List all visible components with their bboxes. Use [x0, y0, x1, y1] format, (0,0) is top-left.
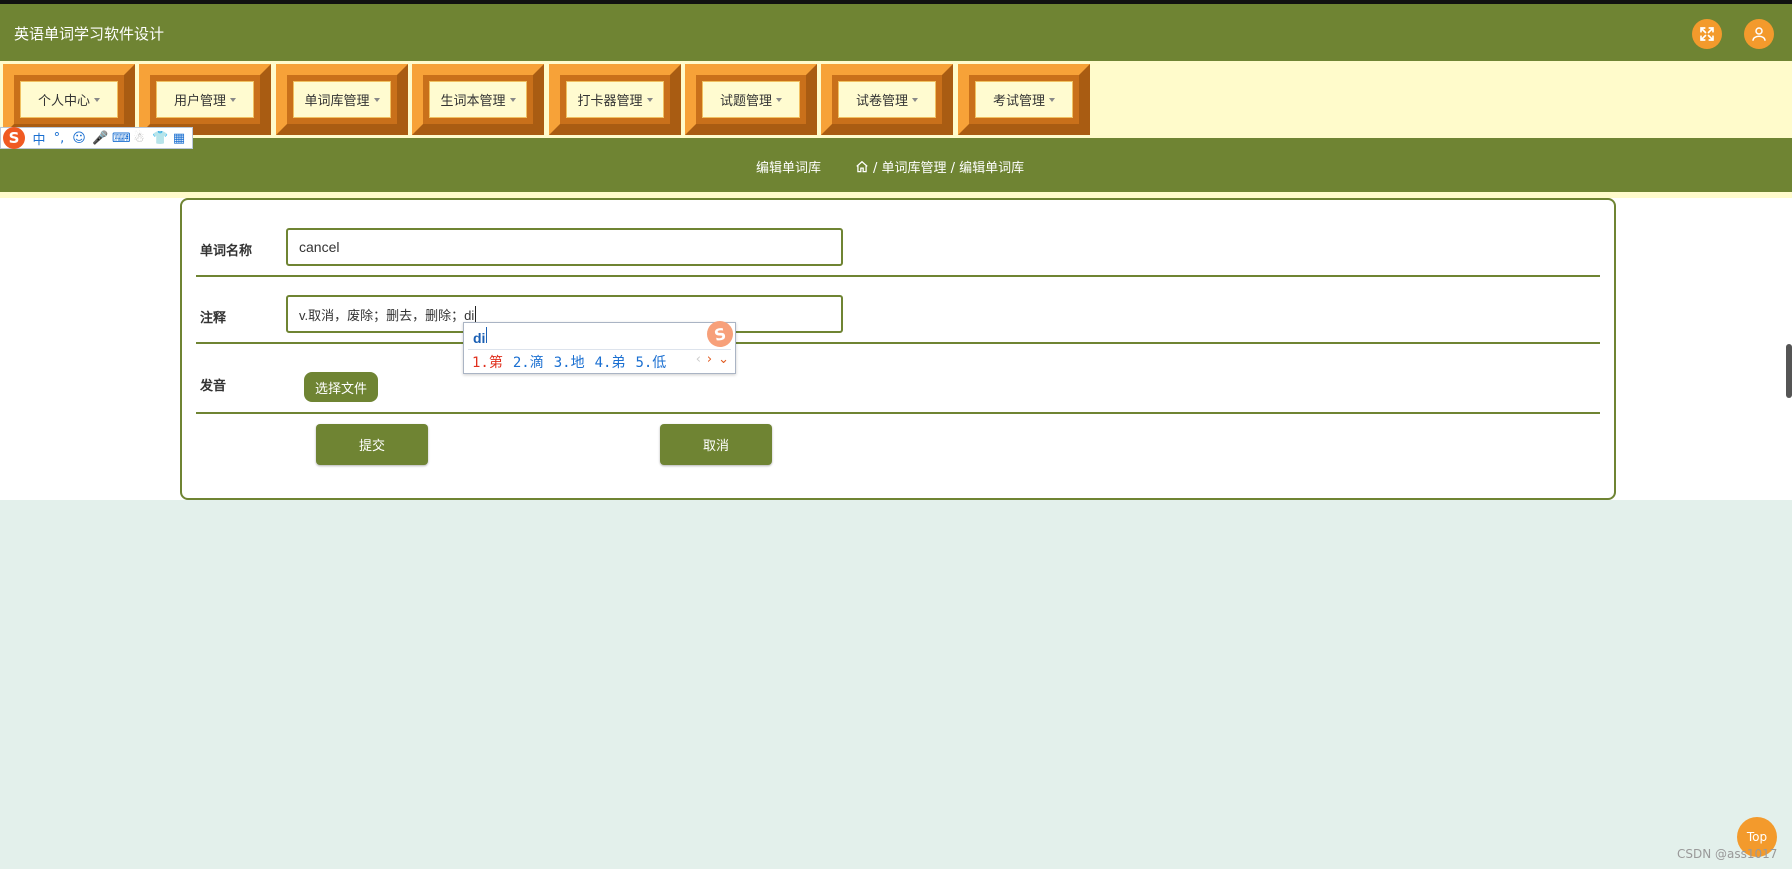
- expand-icon[interactable]: ⌄: [718, 352, 729, 367]
- choose-file-button[interactable]: 选择文件: [304, 372, 378, 402]
- ime-pager: ‹ › ⌄: [696, 352, 729, 367]
- user-icon: [1752, 27, 1766, 41]
- ime-candidate[interactable]: 3.地: [554, 352, 585, 372]
- fullscreen-icon: [1700, 27, 1714, 41]
- divider: [196, 275, 1600, 277]
- nav-item-paper-management[interactable]: 试卷管理: [821, 64, 953, 135]
- breadcrumb-bar: 编辑单词库 / 单词库管理 / 编辑单词库: [0, 138, 1792, 192]
- top-header: 英语单词学习软件设计: [0, 0, 1792, 61]
- caret-down-icon: [94, 97, 100, 102]
- nav-item-label: 单词库管理: [304, 94, 370, 109]
- ime-candidate[interactable]: 1.第: [472, 352, 503, 372]
- cancel-button[interactable]: 取消: [660, 424, 772, 465]
- nav-item-exam-management[interactable]: 考试管理: [958, 64, 1090, 135]
- next-page-icon[interactable]: ›: [707, 352, 712, 367]
- divider: [196, 412, 1600, 414]
- watermark: CSDN @ass1017: [1677, 847, 1778, 861]
- submit-button[interactable]: 提交: [316, 424, 428, 465]
- app-title: 英语单词学习软件设计: [14, 25, 165, 43]
- breadcrumb-path[interactable]: / 单词库管理 / 编辑单词库: [873, 157, 1024, 176]
- nav-item-label: 个人中心: [37, 94, 90, 109]
- prev-page-icon[interactable]: ‹: [696, 352, 701, 367]
- word-name-value: cancel: [299, 239, 340, 255]
- ime-candidate-popup: di S 1.第 2.滴 3.地 4.弟 5.低 ‹ › ⌄: [463, 318, 736, 374]
- ime-punctuation-toggle[interactable]: °,: [52, 131, 66, 146]
- ime-mode-toggle[interactable]: 中: [32, 129, 46, 148]
- caret-down-icon: [1049, 97, 1055, 102]
- nav-item-question-management[interactable]: 试题管理: [685, 64, 817, 135]
- microphone-icon[interactable]: 🎤: [92, 131, 108, 146]
- ime-candidate[interactable]: 4.弟: [595, 352, 626, 372]
- note-label: 注释: [200, 311, 227, 326]
- caret-down-icon: [646, 97, 653, 102]
- nav-item-checkin-management[interactable]: 打卡器管理: [549, 64, 681, 135]
- nav-item-user-management[interactable]: 用户管理: [139, 64, 271, 135]
- nav-item-label: 试卷管理: [855, 94, 908, 109]
- caret-down-icon: [912, 97, 918, 102]
- page-title: 编辑单词库: [756, 161, 822, 176]
- caret-down-icon: [373, 97, 380, 102]
- ime-candidate[interactable]: 2.滴: [513, 352, 544, 372]
- scrollbar-handle[interactable]: [1786, 344, 1792, 398]
- user-button[interactable]: [1744, 19, 1774, 49]
- caret-down-icon: [509, 97, 516, 102]
- note-value: v.取消，废除；删去，删除；di: [299, 307, 475, 323]
- audio-label: 发音: [200, 379, 227, 394]
- caret-down-icon: [776, 97, 782, 102]
- ime-candidate-list: 1.第 2.滴 3.地 4.弟 5.低: [472, 352, 676, 372]
- ime-toolbar[interactable]: S 中 °, ☺ 🎤 ⌨ ☃ 👕 ▦: [0, 127, 193, 149]
- toolbox-icon[interactable]: ▦: [172, 131, 186, 146]
- nav-item-label: 打卡器管理: [577, 94, 643, 109]
- divider: [196, 342, 1600, 344]
- caret-down-icon: [230, 97, 236, 102]
- edit-form: 单词名称 cancel 注释 v.取消，废除；删去，删除；di 发音 选择文件 …: [180, 198, 1616, 500]
- ime-composition: di: [473, 327, 488, 346]
- nav-item-personal-center[interactable]: 个人中心: [3, 64, 135, 135]
- nav-item-label: 考试管理: [992, 94, 1045, 109]
- ime-candidate[interactable]: 5.低: [635, 352, 666, 372]
- word-name-input[interactable]: cancel: [286, 228, 843, 266]
- ime-logo-icon: S: [704, 318, 736, 350]
- fullscreen-button[interactable]: [1692, 19, 1722, 49]
- keyboard-icon[interactable]: ⌨: [112, 131, 131, 146]
- ime-logo-icon[interactable]: S: [3, 127, 25, 149]
- nav-item-label: 用户管理: [173, 94, 226, 109]
- divider: [468, 349, 731, 350]
- main-nav: 个人中心 用户管理 单词库管理 生词本管理 打卡器管理 试题管理 试卷管理 考试…: [0, 61, 1792, 138]
- nav-item-vocabulary-book-management[interactable]: 生词本管理: [412, 64, 544, 135]
- nav-item-wordbank-management[interactable]: 单词库管理: [276, 64, 408, 135]
- emoji-icon[interactable]: ☺: [72, 131, 86, 146]
- nav-item-label: 生词本管理: [440, 94, 506, 109]
- breadcrumb: / 单词库管理 / 编辑单词库: [855, 157, 1024, 176]
- word-name-label: 单词名称: [200, 244, 253, 259]
- nav-item-label: 试题管理: [719, 94, 772, 109]
- text-cursor: [475, 306, 477, 322]
- home-icon[interactable]: [855, 160, 869, 174]
- assistant-icon[interactable]: ☃: [132, 131, 146, 146]
- skin-icon[interactable]: 👕: [152, 131, 168, 146]
